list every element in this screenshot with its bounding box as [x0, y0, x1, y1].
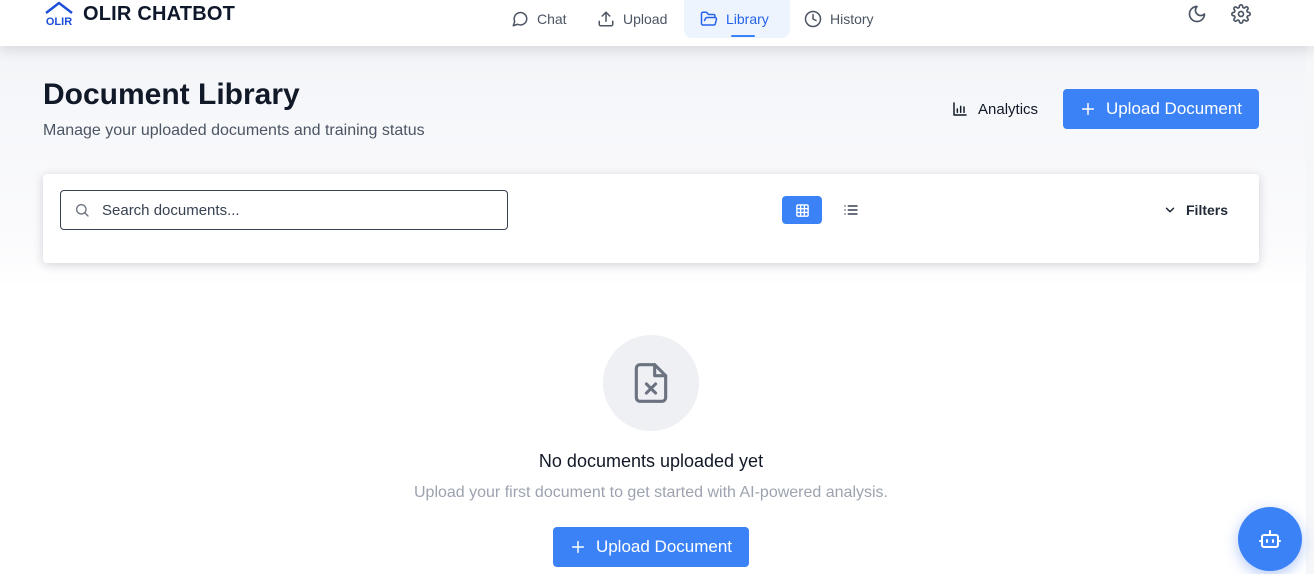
nav-item-history[interactable]: History: [794, 0, 894, 38]
nav-label-library: Library: [726, 11, 769, 27]
search-box[interactable]: [60, 190, 508, 230]
settings-button[interactable]: [1231, 4, 1251, 24]
empty-state-subtitle: Upload your first document to get starte…: [413, 484, 888, 501]
page-subtitle: Manage your uploaded documents and train…: [43, 122, 425, 139]
analytics-button[interactable]: Analytics: [941, 89, 1049, 129]
page-title: Document Library: [43, 78, 300, 111]
olir-logo: OLIR: [45, 1, 73, 27]
top-navbar: OLIR OLIR CHATBOT Chat Upload Library Hi…: [0, 0, 1314, 46]
empty-upload-document-button[interactable]: Upload Document: [553, 527, 749, 567]
app-title: OLIR CHATBOT: [83, 2, 236, 25]
nav-item-upload[interactable]: Upload: [585, 0, 681, 38]
analytics-label: Analytics: [978, 100, 1039, 118]
filters-label: Filters: [1186, 202, 1229, 218]
bot-icon: [1259, 530, 1281, 548]
search-input[interactable]: [102, 201, 482, 219]
plus-icon: [1081, 102, 1095, 116]
search-icon: [76, 204, 89, 217]
chat-bubble-icon: [512, 11, 528, 27]
list-icon: [844, 205, 858, 215]
grid-view-button[interactable]: [782, 196, 822, 224]
moon-icon: [1188, 5, 1206, 23]
empty-state-title: No documents uploaded yet: [538, 451, 764, 471]
upload-document-label: Upload Document: [1105, 99, 1243, 118]
gear-icon: [1231, 4, 1251, 24]
folder-open-icon: [700, 11, 718, 26]
brand[interactable]: OLIR OLIR CHATBOT: [43, 0, 235, 28]
bar-chart-icon: [953, 102, 967, 116]
grid-icon: [795, 203, 809, 217]
nav-label-upload: Upload: [623, 11, 668, 27]
upload-icon: [598, 11, 614, 27]
nav-label-history: History: [830, 11, 874, 27]
scrollbar-track[interactable]: [1306, 46, 1314, 574]
empty-upload-label: Upload Document: [595, 537, 733, 556]
chevron-down-icon: [1165, 207, 1175, 213]
main-nav: Chat Upload Library History: [497, 0, 894, 38]
upload-document-button[interactable]: Upload Document: [1063, 89, 1259, 129]
empty-state-icon-circle: [603, 335, 699, 431]
file-x-icon: [634, 363, 668, 403]
clock-icon: [804, 10, 822, 28]
theme-toggle-button[interactable]: [1187, 4, 1207, 24]
list-view-button[interactable]: [831, 196, 871, 224]
nav-label-chat: Chat: [537, 11, 567, 27]
filters-button[interactable]: Filters: [1163, 196, 1228, 224]
chatbot-fab-button[interactable]: [1238, 507, 1302, 571]
nav-item-chat[interactable]: Chat: [497, 0, 585, 38]
brand-logo-text: OLIR: [46, 16, 72, 27]
search-filter-card: Filters: [43, 174, 1259, 263]
nav-item-library[interactable]: Library: [684, 0, 790, 38]
plus-icon: [571, 540, 585, 554]
